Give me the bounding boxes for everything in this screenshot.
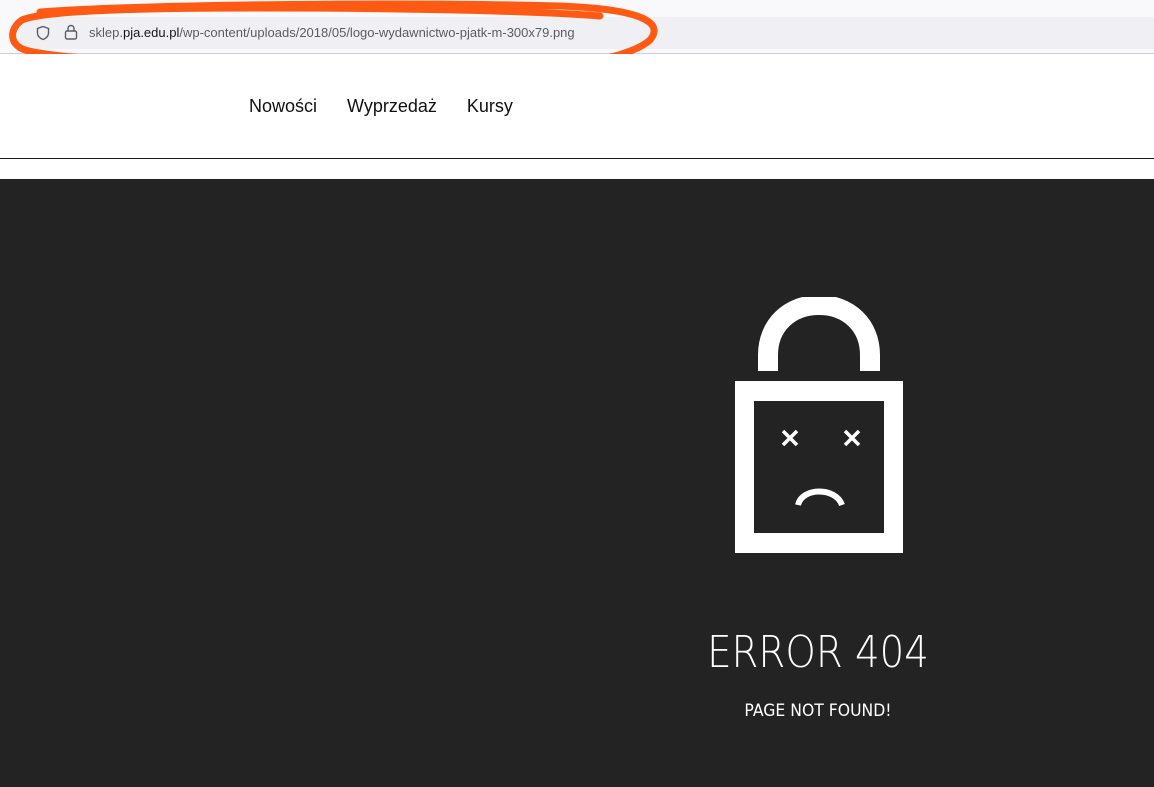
url-text[interactable]: sklep.pja.edu.pl/wp-content/uploads/2018… bbox=[89, 25, 575, 41]
url-path: /wp-content/uploads/2018/05/logo-wydawni… bbox=[179, 25, 575, 40]
url-field[interactable]: sklep.pja.edu.pl/wp-content/uploads/2018… bbox=[20, 17, 1154, 49]
site-header: Nowości Wyprzedaż Kursy bbox=[0, 54, 1154, 159]
browser-address-bar: sklep.pja.edu.pl/wp-content/uploads/2018… bbox=[0, 0, 1154, 54]
nav-link-wyprzedaz[interactable]: Wyprzedaż bbox=[347, 95, 437, 117]
error-subtitle: PAGE NOT FOUND! bbox=[744, 701, 892, 721]
nav-link-nowosci[interactable]: Nowości bbox=[249, 95, 317, 117]
shield-icon[interactable] bbox=[35, 25, 51, 41]
url-domain: pja.edu.pl bbox=[122, 25, 180, 40]
url-prefix: sklep. bbox=[89, 25, 123, 40]
main-nav: Nowości Wyprzedaż Kursy bbox=[249, 95, 513, 117]
error-section: ERROR 404 PAGE NOT FOUND! bbox=[0, 179, 1154, 787]
error-title: ERROR 404 bbox=[707, 627, 929, 678]
nav-link-kursy[interactable]: Kursy bbox=[467, 95, 513, 117]
header-spacer bbox=[0, 159, 1154, 179]
sad-padlock-icon bbox=[735, 297, 903, 553]
lock-icon[interactable] bbox=[64, 24, 78, 40]
